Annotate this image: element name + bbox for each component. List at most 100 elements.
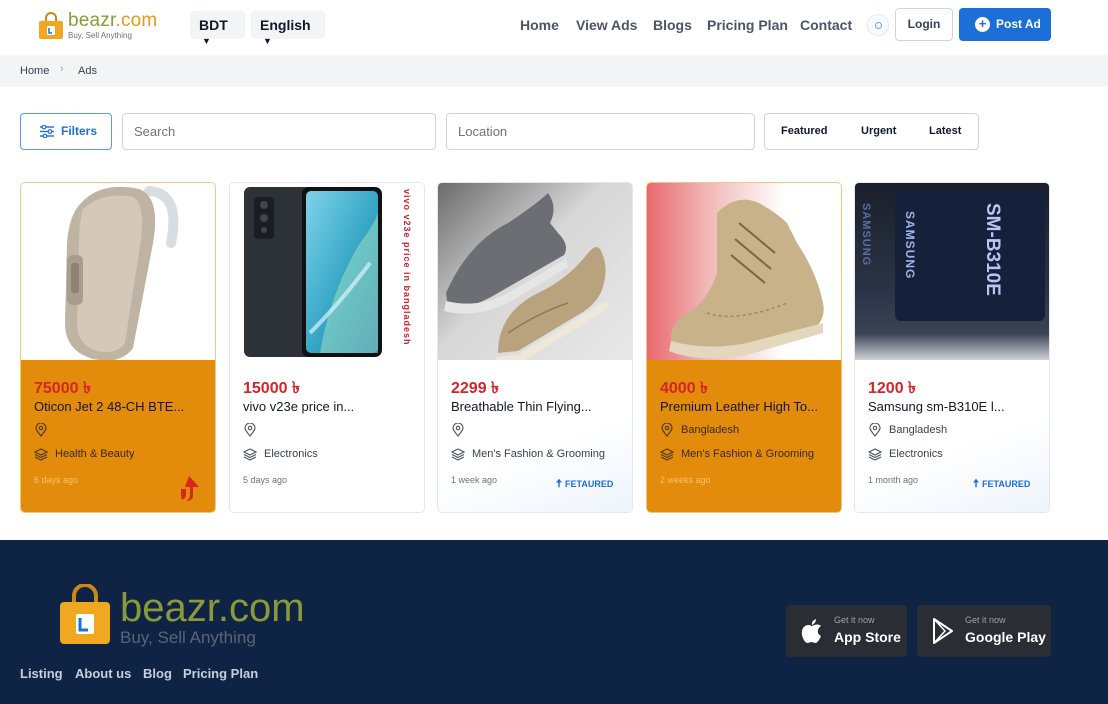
breadcrumb: Home › Ads bbox=[0, 55, 1108, 87]
listing-category: Men's Fashion & Grooming bbox=[472, 448, 605, 460]
image-text: SAMSUNG bbox=[903, 211, 917, 280]
breadcrumb-current: Ads bbox=[78, 65, 97, 77]
listing-details: 75000 ৳ Oticon Jet 2 48-CH BTE... Health… bbox=[21, 360, 215, 512]
listing-title[interactable]: Samsung sm-B310E l... bbox=[868, 399, 1044, 414]
tab-featured[interactable]: Featured bbox=[781, 125, 827, 137]
currency-value: BDT bbox=[199, 17, 228, 33]
footer-brand-name: beazr.com bbox=[120, 586, 305, 630]
app-store-small-label: Get it now bbox=[834, 615, 875, 625]
listing-image[interactable]: vivo v23e price in bangladesh bbox=[230, 183, 424, 360]
layers-icon bbox=[34, 448, 48, 461]
chevron-down-icon: ▼ bbox=[263, 36, 272, 46]
sliders-icon bbox=[40, 125, 54, 138]
plus-circle-icon: + bbox=[975, 17, 990, 32]
footer-link-blog[interactable]: Blog bbox=[143, 666, 172, 681]
listing-card[interactable]: 4000 ৳ Premium Leather High To... Bangla… bbox=[646, 182, 842, 513]
listing-price: 1200 ৳ bbox=[868, 380, 917, 397]
currency-select[interactable]: BDT ▼ bbox=[190, 11, 245, 46]
google-play-label: Google Play bbox=[965, 629, 1046, 645]
footer-tagline: Buy, Sell Anything bbox=[120, 628, 256, 647]
listing-title[interactable]: Breathable Thin Flying... bbox=[451, 399, 627, 414]
listing-image[interactable]: SAMSUNG SAMSUNG SM-B310E bbox=[855, 183, 1049, 360]
listing-details: 15000 ৳ vivo v23e price in... Electronic… bbox=[230, 360, 424, 512]
footer-logo[interactable]: beazr.com Buy, Sell Anything bbox=[58, 584, 328, 647]
apple-icon bbox=[801, 619, 821, 643]
featured-badge-label: FETAURED bbox=[982, 479, 1031, 489]
site-header: beazr.com Buy, Sell Anything BDT ▼ Englis… bbox=[0, 0, 1108, 55]
nav-blogs[interactable]: Blogs bbox=[653, 17, 692, 33]
sneakers-image bbox=[444, 193, 610, 360]
listing-card[interactable]: SAMSUNG SAMSUNG SM-B310E 1200 ৳ Samsung … bbox=[854, 182, 1050, 513]
post-ad-label: Post Ad bbox=[996, 17, 1041, 31]
listing-time: 5 days ago bbox=[243, 475, 288, 485]
listing-price: 75000 ৳ bbox=[34, 380, 91, 397]
listing-category: Health & Beauty bbox=[55, 448, 135, 460]
filters-label: Filters bbox=[61, 124, 98, 138]
listing-card[interactable]: 75000 ৳ Oticon Jet 2 48-CH BTE... Health… bbox=[20, 182, 216, 513]
listing-card[interactable]: 2299 ৳ Breathable Thin Flying... Men's F… bbox=[437, 182, 633, 513]
nav-contact[interactable]: Contact bbox=[800, 17, 852, 33]
footer-link-pricing-plan[interactable]: Pricing Plan bbox=[183, 666, 258, 681]
layers-icon bbox=[660, 448, 674, 461]
hearing-aid-image bbox=[65, 186, 179, 360]
search-input[interactable] bbox=[122, 113, 436, 150]
listing-price: 4000 ৳ bbox=[660, 380, 709, 397]
breadcrumb-home[interactable]: Home bbox=[20, 65, 49, 77]
location-pin-icon bbox=[35, 423, 47, 437]
tab-latest[interactable]: Latest bbox=[929, 125, 961, 137]
login-button[interactable]: Login bbox=[895, 8, 953, 41]
shopping-bag-logo-icon bbox=[60, 584, 110, 644]
listing-price: 2299 ৳ bbox=[451, 380, 500, 397]
footer-link-listing[interactable]: Listing bbox=[20, 666, 63, 681]
location-input[interactable] bbox=[446, 113, 755, 150]
brand-tagline: Buy, Sell Anything bbox=[68, 31, 132, 40]
phone-screen-image bbox=[895, 191, 1045, 321]
google-play-button[interactable]: Get it now Google Play bbox=[917, 605, 1051, 657]
listing-time: 1 month ago bbox=[868, 475, 919, 485]
listing-image[interactable] bbox=[647, 183, 841, 360]
chevron-right-icon: › bbox=[60, 63, 64, 75]
sun-icon bbox=[875, 22, 882, 29]
location-pin-icon bbox=[661, 423, 673, 437]
image-text: SAMSUNG bbox=[860, 203, 872, 267]
listing-details: 1200 ৳ Samsung sm-B310E l... Bangladesh … bbox=[855, 360, 1049, 512]
nav-home[interactable]: Home bbox=[520, 17, 559, 33]
listing-title[interactable]: vivo v23e price in... bbox=[243, 399, 419, 414]
app-store-label: App Store bbox=[834, 629, 901, 645]
phone-image bbox=[244, 187, 382, 357]
theme-toggle-button[interactable] bbox=[867, 14, 889, 36]
listing-image[interactable] bbox=[438, 183, 632, 360]
listing-title[interactable]: Oticon Jet 2 48-CH BTE... bbox=[34, 399, 210, 414]
featured-badge-label: FETAURED bbox=[565, 479, 614, 489]
google-play-icon bbox=[933, 618, 953, 644]
language-value: English bbox=[260, 17, 311, 33]
site-logo[interactable]: beazr.com Buy, Sell Anything bbox=[38, 10, 168, 42]
location-pin-icon bbox=[244, 423, 256, 437]
shopping-bag-logo-icon bbox=[39, 12, 63, 39]
listing-category: Electronics bbox=[889, 448, 943, 460]
nav-pricing-plan[interactable]: Pricing Plan bbox=[707, 17, 788, 33]
listing-time: 6 days ago bbox=[34, 475, 79, 485]
leather-boot-image bbox=[669, 199, 824, 359]
listing-card[interactable]: vivo v23e price in bangladesh 15000 ৳ vi… bbox=[229, 182, 425, 513]
filters-button[interactable]: Filters bbox=[20, 113, 112, 150]
post-ad-button[interactable]: + Post Ad bbox=[959, 8, 1051, 41]
language-select[interactable]: English ▼ bbox=[251, 11, 325, 46]
listing-location: Bangladesh bbox=[889, 424, 948, 436]
listing-title[interactable]: Premium Leather High To... bbox=[660, 399, 836, 414]
app-store-button[interactable]: Get it now App Store bbox=[786, 605, 907, 657]
listing-details: 4000 ৳ Premium Leather High To... Bangla… bbox=[647, 360, 841, 512]
google-play-small-label: Get it now bbox=[965, 615, 1006, 625]
footer-link-about-us[interactable]: About us bbox=[75, 666, 131, 681]
layers-icon bbox=[243, 448, 257, 461]
layers-icon bbox=[451, 448, 465, 461]
sort-tabs: Featured Urgent Latest bbox=[764, 113, 979, 150]
listing-location: Bangladesh bbox=[681, 424, 740, 436]
urgent-arrow-up-icon bbox=[181, 476, 199, 501]
tab-urgent[interactable]: Urgent bbox=[861, 125, 896, 137]
location-pin-icon bbox=[452, 423, 464, 437]
image-caption: vivo v23e price in bangladesh bbox=[402, 189, 412, 346]
listing-time: 2 weeks ago bbox=[660, 475, 711, 485]
nav-view-ads[interactable]: View Ads bbox=[576, 17, 637, 33]
listing-image[interactable] bbox=[21, 183, 215, 360]
